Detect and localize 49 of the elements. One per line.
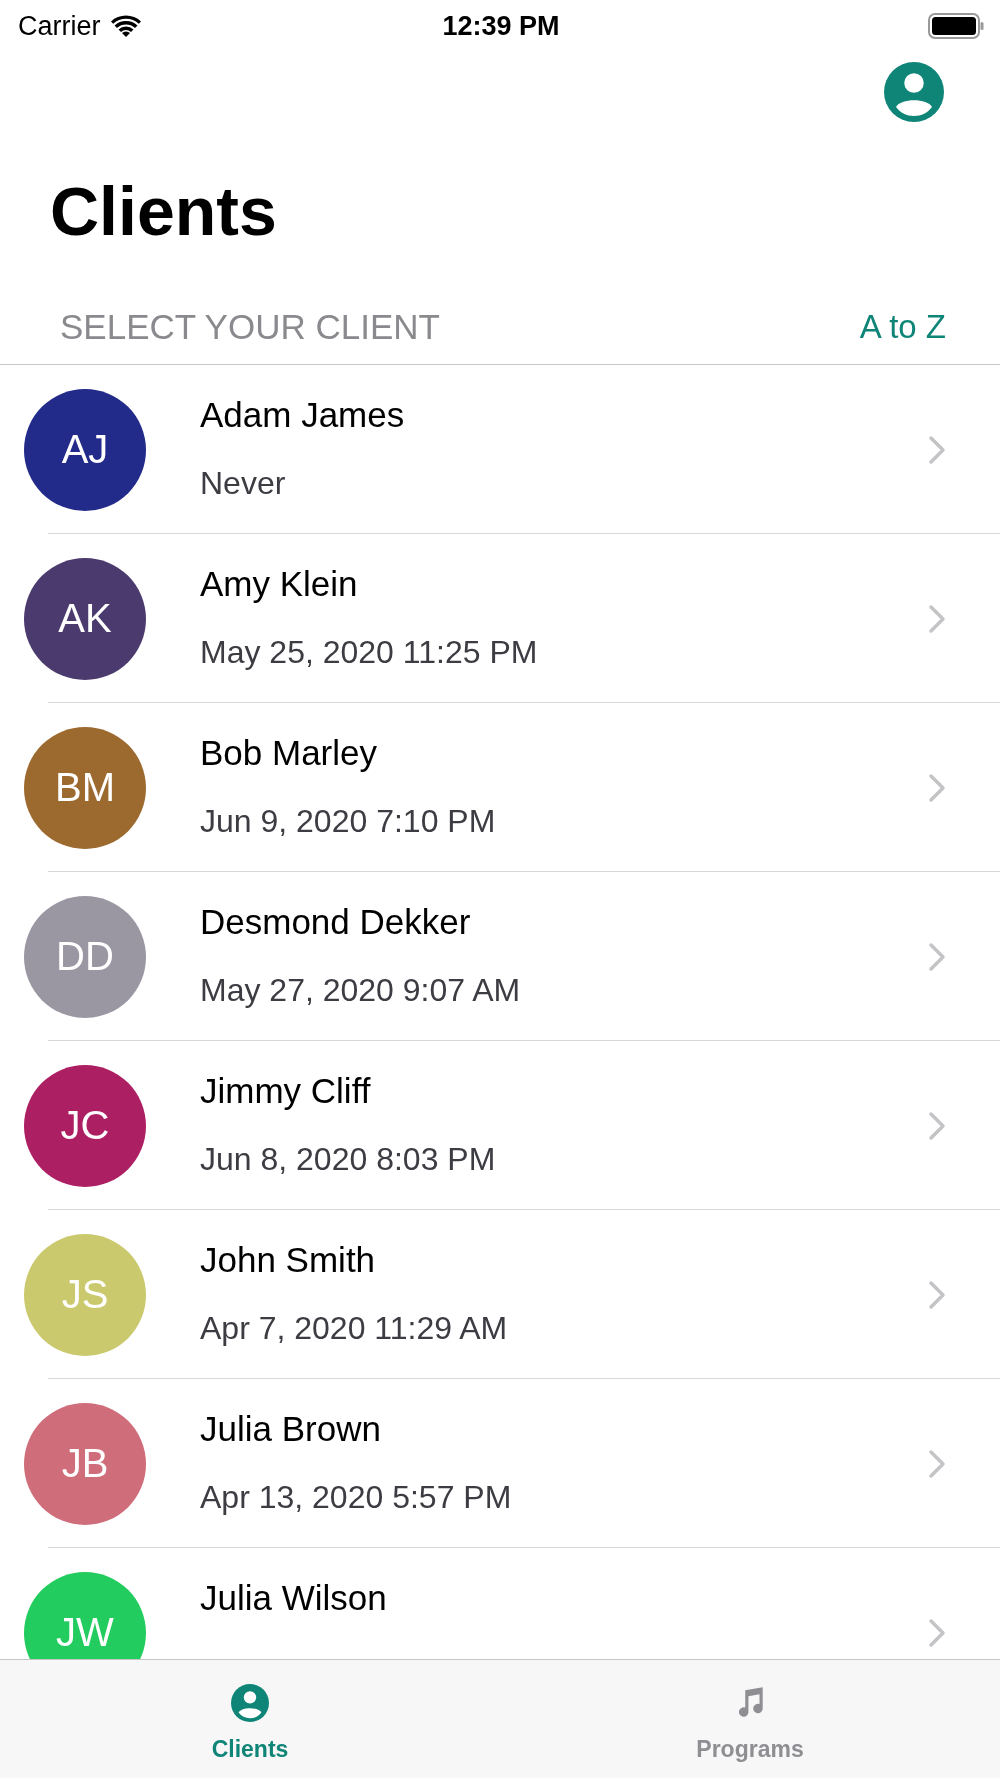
- client-row[interactable]: JC Jimmy Cliff Jun 8, 2020 8:03 PM: [0, 1041, 1000, 1210]
- user-avatar-icon: [884, 62, 944, 122]
- client-name: Amy Klein: [200, 564, 359, 604]
- client-avatar: JB: [24, 1402, 146, 1525]
- client-row[interactable]: JB Julia Brown Apr 13, 2020 5:57 PM: [0, 1379, 1000, 1548]
- client-name: Julia Brown: [200, 1409, 382, 1449]
- client-name: Bob Marley: [200, 733, 379, 773]
- client-name: Jimmy Cliff: [200, 1071, 372, 1111]
- chevron-icon: [928, 1110, 946, 1141]
- last-session-date: Never: [200, 465, 287, 502]
- client-avatar: DD: [24, 895, 146, 1018]
- profile-button[interactable]: [884, 62, 944, 122]
- client-row[interactable]: AK Amy Klein May 25, 2020 11:25 PM: [0, 534, 1000, 703]
- wifi-icon: [110, 15, 141, 37]
- client-avatar: AK: [24, 557, 146, 680]
- clock-time: 12:39 PM: [442, 10, 560, 42]
- carrier-name: Carrier: [18, 10, 101, 42]
- client-row[interactable]: AJ Adam James Never: [0, 365, 1000, 534]
- last-session-date: Jun 9, 2020 7:10 PM: [200, 803, 497, 840]
- tab-bar-item[interactable]: Clients: [0, 1660, 500, 1778]
- last-session-date: May 27, 2020 9:07 AM: [200, 972, 522, 1009]
- chevron-icon: [928, 941, 946, 972]
- client-row[interactable]: DD Desmond Dekker May 27, 2020 9:07 AM: [0, 872, 1000, 1041]
- person-icon: [231, 1684, 269, 1722]
- client-avatar: JS: [24, 1233, 146, 1356]
- client-name: Desmond Dekker: [200, 902, 472, 942]
- chevron-icon: [928, 434, 946, 465]
- client-name: Julia Wilson: [200, 1578, 388, 1618]
- last-session-date: Apr 7, 2020 11:29 AM: [200, 1310, 509, 1347]
- client-name: Adam James: [200, 395, 406, 435]
- page-title: Clients: [49, 172, 278, 251]
- client-avatar: BM: [24, 726, 146, 849]
- last-session-date: May 25, 2020 11:25 PM: [200, 634, 539, 671]
- client-avatar: JC: [24, 1064, 146, 1187]
- section-header: SELECT YOUR CLIENT: [60, 307, 440, 347]
- last-session-date: Jun 8, 2020 8:03 PM: [200, 1141, 497, 1178]
- chevron-icon: [928, 603, 946, 634]
- chevron-icon: [928, 1279, 946, 1310]
- chevron-icon: [928, 1617, 946, 1648]
- chevron-icon: [928, 1448, 946, 1479]
- sort-button[interactable]: A to Z: [859, 308, 946, 346]
- client-name: John Smith: [200, 1240, 377, 1280]
- client-row[interactable]: JS John Smith Apr 7, 2020 11:29 AM: [0, 1210, 1000, 1379]
- last-session-date: Apr 13, 2020 5:57 PM: [200, 1479, 513, 1516]
- client-avatar: AJ: [24, 388, 146, 511]
- chevron-icon: [928, 772, 946, 803]
- battery-icon: [928, 13, 984, 39]
- client-avatar: JW: [24, 1571, 146, 1659]
- client-row[interactable]: BM Bob Marley Jun 9, 2020 7:10 PM: [0, 703, 1000, 872]
